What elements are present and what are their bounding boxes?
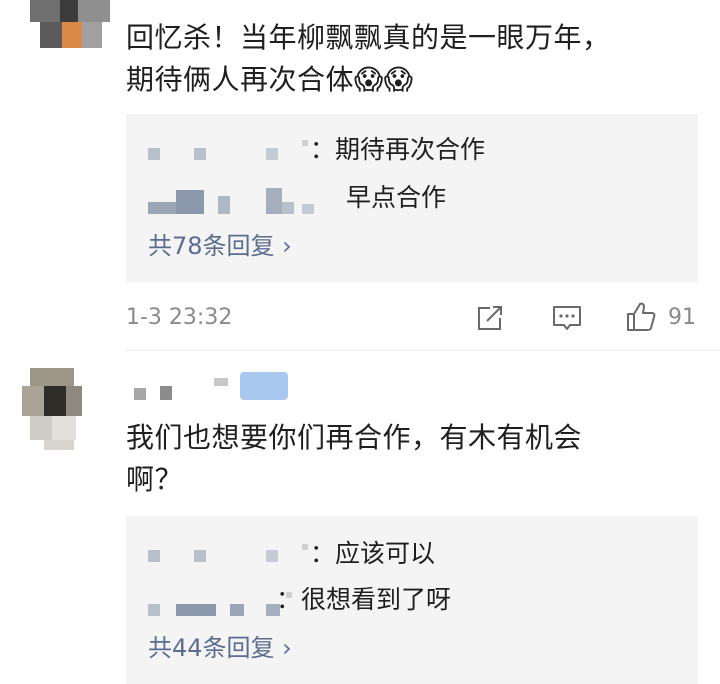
reply-text: ：应该可以 <box>310 539 436 568</box>
reply-preview-box[interactable]: ：应该可以 ：很想看到了呀 共44条回复 › <box>126 516 698 684</box>
comment-text-line: 啊？ <box>126 463 184 496</box>
reply-preview-box[interactable]: ：期待再次合作 早点合作 共78条回复 › <box>126 114 698 282</box>
comment-icon[interactable] <box>550 302 584 334</box>
reply-text: 早点合作 <box>346 183 447 212</box>
reply-text: ：很想看到了呀 <box>276 585 452 614</box>
share-icon[interactable] <box>474 302 506 334</box>
view-all-replies-link[interactable]: 共78条回复 › <box>148 230 292 262</box>
comment-text-line: 我们也想要你们再合作，有木有机会 <box>126 421 583 454</box>
reply-text: ：期待再次合作 <box>310 135 486 164</box>
avatar[interactable] <box>30 0 110 48</box>
comment-timestamp: 1-3 23:32 <box>126 305 233 330</box>
comment-text-line: 回忆杀！当年柳飘飘真的是一眼万年， <box>126 21 611 54</box>
avatar[interactable] <box>22 368 84 450</box>
comment-text-line: 期待俩人再次合体😱😱 <box>126 63 414 96</box>
divider <box>126 350 720 351</box>
view-all-replies-link[interactable]: 共44条回复 › <box>148 632 292 664</box>
like-count: 91 <box>668 305 696 330</box>
like-icon[interactable] <box>624 300 658 334</box>
